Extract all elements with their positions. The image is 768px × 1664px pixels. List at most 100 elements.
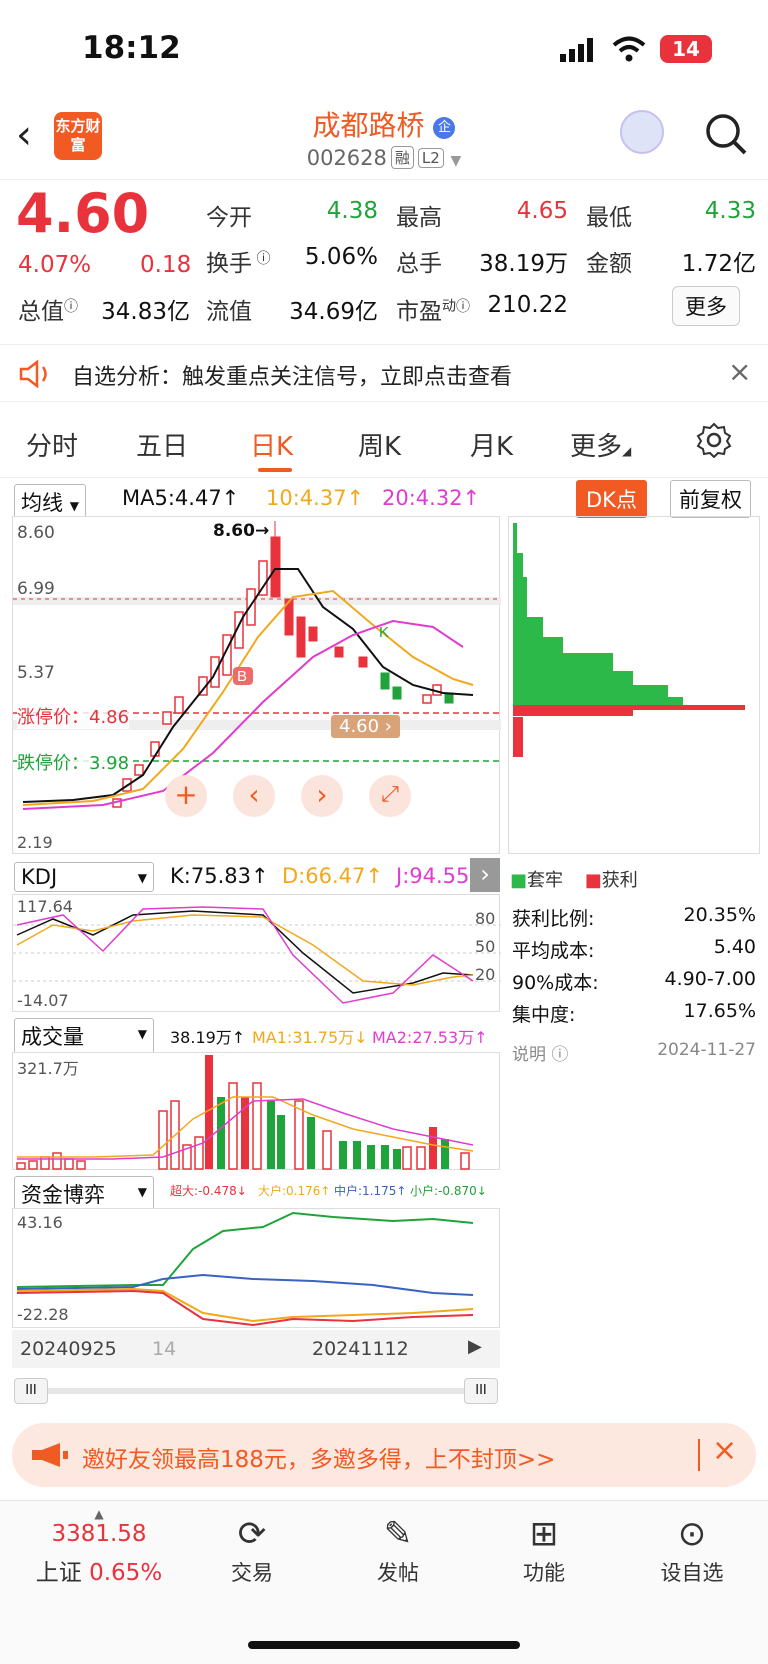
volume-ma2: MA2:27.53万↑ xyxy=(372,1028,488,1047)
float-value: 34.69亿 xyxy=(289,299,378,325)
change-percent: 4.07% xyxy=(18,252,92,278)
kdj-j: J:94.55 xyxy=(396,864,470,888)
kdj-level-80: 80 xyxy=(475,909,496,928)
close-icon[interactable]: × xyxy=(728,355,751,388)
mktcap-value: 34.83亿 xyxy=(101,299,190,325)
range-handle-right[interactable]: III xyxy=(464,1378,498,1404)
next-icon[interactable]: › xyxy=(301,775,343,817)
speaker-icon xyxy=(18,359,54,393)
y-label-low: 5.37 xyxy=(17,663,55,683)
fund-svg xyxy=(16,1211,474,1327)
volume-svg xyxy=(16,1055,474,1170)
info-icon[interactable]: ⓘ xyxy=(64,299,78,315)
tab-more[interactable]: 更多◢ xyxy=(570,426,631,463)
nav-post[interactable]: ✎ 发帖 xyxy=(348,1511,448,1587)
kline-chart[interactable]: K B 8.60 6.99 5.37 8.60→ 涨停价：4.86 跌停价：3.… xyxy=(12,516,501,854)
volume-ma1: MA1:31.75万↓ xyxy=(252,1028,368,1047)
ma-selector[interactable]: 均线 ▼ xyxy=(14,484,86,520)
quote-panel: 4.60 4.07% 0.18 今开 4.38 最高 4.65 最低 4.33 … xyxy=(0,182,768,342)
volume-current: 38.19万↑ xyxy=(170,1028,246,1047)
volume-label: 总手 xyxy=(396,251,442,277)
tab-monthly-k[interactable]: 月K xyxy=(470,426,513,463)
promo-close-icon[interactable]: × xyxy=(712,1433,737,1468)
volume-value: 38.19万 xyxy=(479,251,568,277)
kdj-d: D:66.47↑ xyxy=(282,864,383,888)
low-marker: 2.19 xyxy=(17,833,53,852)
grid-icon: ⊞ xyxy=(529,1514,559,1554)
status-time: 18:12 xyxy=(82,30,181,66)
fullscreen-icon[interactable]: ⤢ xyxy=(369,775,411,817)
signal-icon xyxy=(560,38,596,66)
ma5-value: MA5:4.47↑ xyxy=(122,486,240,510)
chip-note[interactable]: 说明 ⓘ 2024-11-27 xyxy=(512,1040,756,1065)
notice-bar[interactable]: 自选分析：触发重点关注信号，立即点击查看 × xyxy=(0,344,768,402)
promo-divider xyxy=(698,1439,700,1471)
info-icon[interactable]: ⓘ xyxy=(252,251,270,267)
margin-tag: 融 xyxy=(390,146,414,169)
more-button[interactable]: 更多 xyxy=(672,286,740,326)
tab-weekly-k[interactable]: 周K xyxy=(358,426,401,463)
kdj-chart[interactable]: 117.64 -14.07 80 50 20 xyxy=(12,894,501,1012)
float-label: 流值 xyxy=(206,299,252,325)
search-icon[interactable] xyxy=(704,112,748,160)
nav-add-watchlist[interactable]: ⊙ 设自选 xyxy=(642,1511,742,1587)
volume-selector[interactable]: 成交量 ▼ xyxy=(14,1018,154,1054)
tab-daily-k[interactable]: 日K xyxy=(250,426,293,463)
verified-icon: 企 xyxy=(433,117,456,139)
chip-row: 集中度: 17.65% xyxy=(512,1000,756,1026)
range-slider[interactable]: III III xyxy=(12,1376,500,1404)
stock-header: ‹ 东方财富 成都路桥 企 002628 融 L2 ▼ xyxy=(0,100,768,180)
fund-small: 小户:-0.870↓ xyxy=(410,1184,487,1198)
chip-row: 90%成本: 4.90-7.00 xyxy=(512,968,756,994)
fund-y-bottom: -22.28 xyxy=(17,1305,69,1324)
promo-banner[interactable]: 邀好友领最高188元，多邀多得，上不封顶>> × xyxy=(12,1423,756,1487)
promo-text: 邀好友领最高188元，多邀多得，上不封顶>> xyxy=(82,1447,556,1473)
adjust-button[interactable]: 前复权 xyxy=(670,480,751,518)
more-dots-icon: ⊙ xyxy=(677,1514,707,1554)
zoom-in-icon[interactable]: + xyxy=(165,775,207,817)
date-start-tail: 14 xyxy=(152,1338,177,1360)
kdj-y-top: 117.64 xyxy=(17,897,73,916)
dk-point-button[interactable]: DK点 xyxy=(576,480,647,518)
period-tabs: 分时 五日 日K 周K 月K 更多◢ xyxy=(0,408,768,478)
prev-icon[interactable]: ‹ xyxy=(233,775,275,817)
fund-selector[interactable]: 资金博弈 ▼ xyxy=(14,1176,154,1212)
fund-chart[interactable]: 43.16 -22.28 xyxy=(12,1208,500,1328)
svg-text:K: K xyxy=(379,624,389,641)
low-label: 最低 xyxy=(586,205,632,231)
settings-icon[interactable] xyxy=(696,422,732,462)
wifi-icon xyxy=(612,36,646,66)
kdj-k: K:75.83↑ xyxy=(170,864,269,888)
play-icon[interactable]: ▶ xyxy=(468,1336,482,1357)
info-icon[interactable]: ⓘ xyxy=(456,299,470,315)
nav-functions[interactable]: ⊞ 功能 xyxy=(494,1511,594,1587)
collapse-panel-icon[interactable]: › xyxy=(470,858,500,892)
chip-distribution xyxy=(508,516,760,854)
volume-chart[interactable]: 321.7万 xyxy=(12,1052,500,1170)
index-widget[interactable]: ▲ 3381.58 上证 0.65% xyxy=(24,1507,174,1587)
dropdown-icon[interactable]: ▼ xyxy=(451,153,462,169)
tab-intraday[interactable]: 分时 xyxy=(26,426,78,463)
ma10-value: 10:4.37↑ xyxy=(266,486,365,510)
trade-icon: ⟳ xyxy=(237,1514,267,1554)
open-label: 今开 xyxy=(206,205,252,231)
tab-five-day[interactable]: 五日 xyxy=(136,426,188,463)
megaphone-icon xyxy=(30,1441,70,1473)
chip-row: 平均成本: 5.40 xyxy=(512,936,756,962)
price-tag[interactable]: 4.60 › xyxy=(331,715,400,738)
battery-icon: 14 xyxy=(660,35,712,63)
nav-trade[interactable]: ⟳ 交易 xyxy=(202,1511,302,1587)
kdj-selector[interactable]: KDJ ▼ xyxy=(14,862,154,892)
fund-y-top: 43.16 xyxy=(17,1213,63,1232)
high-marker: 8.60→ xyxy=(213,521,270,541)
notice-text: 自选分析：触发重点关注信号，立即点击查看 xyxy=(72,365,513,390)
range-handle-left[interactable]: III xyxy=(14,1378,48,1404)
y-label-mid: 6.99 xyxy=(17,579,55,599)
open-value: 4.38 xyxy=(326,198,378,224)
level2-tag: L2 xyxy=(417,148,444,168)
active-tab-indicator xyxy=(258,468,292,472)
home-indicator xyxy=(248,1641,520,1649)
turnover-value: 5.06% xyxy=(304,244,378,270)
robot-avatar-icon[interactable] xyxy=(620,110,664,154)
fund-mid: 中户:1.175↑ xyxy=(334,1184,407,1198)
